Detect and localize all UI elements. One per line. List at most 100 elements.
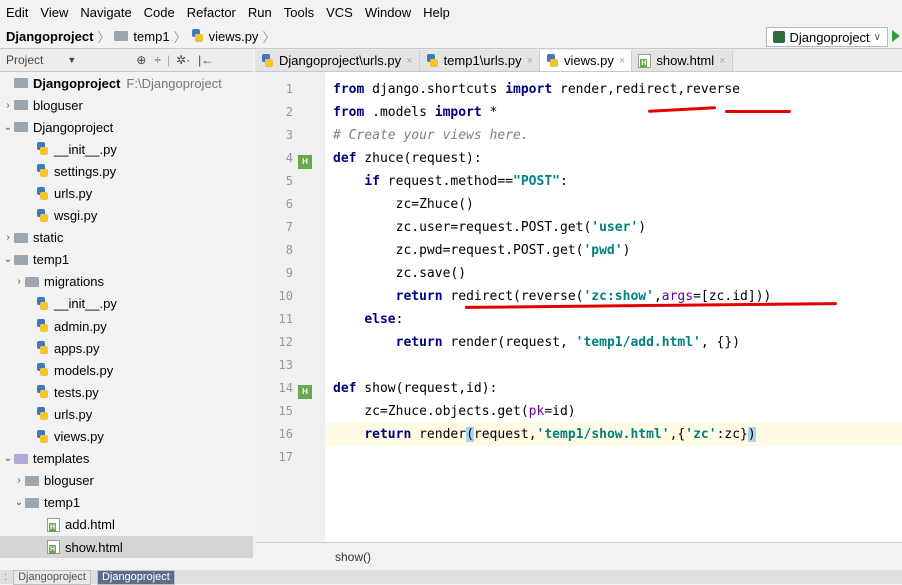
divider: | [166,53,171,67]
hide-panel-icon[interactable]: |← [198,53,213,67]
code-line: zc.user=request.POST.get('user') [333,220,647,235]
tree-item[interactable]: views.py [0,426,253,448]
tree-item-label: settings.py [54,163,117,179]
tree-item[interactable]: › bloguser [0,470,253,492]
run-config-label: Djangoproject [789,29,870,45]
folder-icon [14,122,28,133]
menu-view[interactable]: View [34,5,74,20]
tree-item[interactable]: apps.py [0,337,253,359]
menu-vcs[interactable]: VCS [320,5,359,20]
project-view-select[interactable]: Project [0,53,43,67]
python-file-icon [36,341,49,355]
run-icon[interactable] [892,30,900,42]
breadcrumb-file[interactable]: views.py [209,29,259,44]
close-tab-icon[interactable]: × [527,55,533,67]
editor-tab[interactable]: views.py × [540,50,633,71]
chevron-icon[interactable]: › [2,100,14,111]
bottom-tab-2[interactable]: Djangoproject [96,569,175,585]
tree-item[interactable]: Djangoproject F:\Djangoproject [0,72,253,94]
tree-item[interactable]: tests.py [0,381,253,403]
tree-item[interactable]: › static [0,227,253,249]
tree-item-label: wsgi.py [54,208,98,224]
run-config-select[interactable]: Djangoproject ∨ [766,27,888,47]
breadcrumb-separator: 〉 [97,29,111,45]
line-number: 10 [278,289,293,303]
red-underline-annotation [725,110,791,113]
tree-item[interactable]: ⌄ temp1 [0,492,253,514]
tree-item[interactable]: admin.py [0,315,253,337]
chevron-icon[interactable]: › [2,232,14,243]
chevron-icon[interactable]: ⌄ [2,122,14,133]
code-line: # Create your views here. [333,128,529,143]
line-number: 9 [285,266,293,280]
breadcrumb-folder[interactable]: temp1 [133,29,169,44]
menu-window[interactable]: Window [359,5,417,20]
chevron-icon[interactable]: ⌄ [13,497,25,508]
tree-item[interactable]: ⌄ Djangoproject [0,116,253,138]
django-icon [773,31,786,43]
html-template-gutter-icon[interactable]: H [298,385,312,399]
chevron-icon[interactable]: ⌄ [2,254,14,265]
sync-icon[interactable]: ⊕ [136,53,146,67]
tree-item-label: models.py [54,362,114,378]
tree-item[interactable]: __init__.py [0,293,253,315]
tree-item-label: admin.py [54,318,107,334]
tree-item[interactable]: urls.py [0,403,253,425]
code-line: def zhuce(request): [333,151,482,166]
gear-icon[interactable]: ✲· [176,53,190,67]
red-underline-annotation [647,106,717,113]
tree-item-label: bloguser [44,473,94,489]
tree-item[interactable]: wsgi.py [0,205,253,227]
close-tab-icon[interactable]: × [619,55,625,67]
collapse-icon[interactable]: ÷ [154,53,161,67]
close-tab-icon[interactable]: × [406,55,412,67]
tree-item[interactable]: ⌄ temp1 [0,249,253,271]
python-file-icon [36,429,49,444]
bottom-tab-1[interactable]: Djangoproject [13,569,91,585]
menu-edit[interactable]: Edit [0,5,34,20]
menu-run[interactable]: Run [242,5,278,20]
menu-help[interactable]: Help [417,5,456,20]
tree-item[interactable]: models.py [0,359,253,381]
python-file-icon [36,385,49,399]
code-line: zc.save() [333,266,467,281]
menu-refactor[interactable]: Refactor [181,5,242,20]
tree-item[interactable]: add.html [0,514,253,536]
tree-item[interactable]: › bloguser [0,94,253,116]
code-editor[interactable]: from django.shortcuts import render,redi… [325,72,902,542]
menu-code[interactable]: Code [138,5,181,20]
tree-item[interactable]: urls.py [0,182,253,204]
line-number: 5 [285,174,293,188]
line-number: 4 [285,151,293,165]
tree-item[interactable]: settings.py [0,160,253,182]
chevron-icon[interactable]: › [13,276,25,287]
breadcrumb-separator: 〉 [262,29,276,45]
tree-item-label: templates [33,451,90,467]
line-number: 15 [278,404,293,418]
folder-icon [14,100,28,111]
line-number: 11 [278,312,293,326]
tree-item[interactable]: ⌄ templates [0,448,253,470]
chevron-down-icon: ∨ [873,31,881,43]
editor-tab[interactable]: Djangoproject\urls.py × [255,50,420,71]
chevron-down-icon[interactable]: ▼ [67,55,76,65]
menu-tools[interactable]: Tools [278,5,320,20]
template-folder-icon [14,453,28,464]
python-file-icon [36,407,49,421]
chevron-icon[interactable]: › [13,475,25,486]
current-function-label[interactable]: show() [255,550,371,564]
editor-tab-label: show.html [656,53,715,68]
folder-icon [114,31,129,41]
tree-item[interactable]: › migrations [0,271,253,293]
chevron-icon[interactable]: ⌄ [2,453,14,464]
python-file-icon [261,53,274,68]
tree-item[interactable]: __init__.py [0,138,253,160]
editor-tab[interactable]: show.html × [632,50,733,71]
html-template-gutter-icon[interactable]: H [298,155,312,169]
close-tab-icon[interactable]: × [719,55,725,67]
editor-tab[interactable]: temp1\urls.py × [419,50,541,71]
menu-navigate[interactable]: Navigate [74,5,137,20]
tree-item-label: urls.py [54,406,93,422]
tree-item[interactable]: show.html [0,535,253,559]
breadcrumb-project[interactable]: Djangoproject [6,29,93,44]
